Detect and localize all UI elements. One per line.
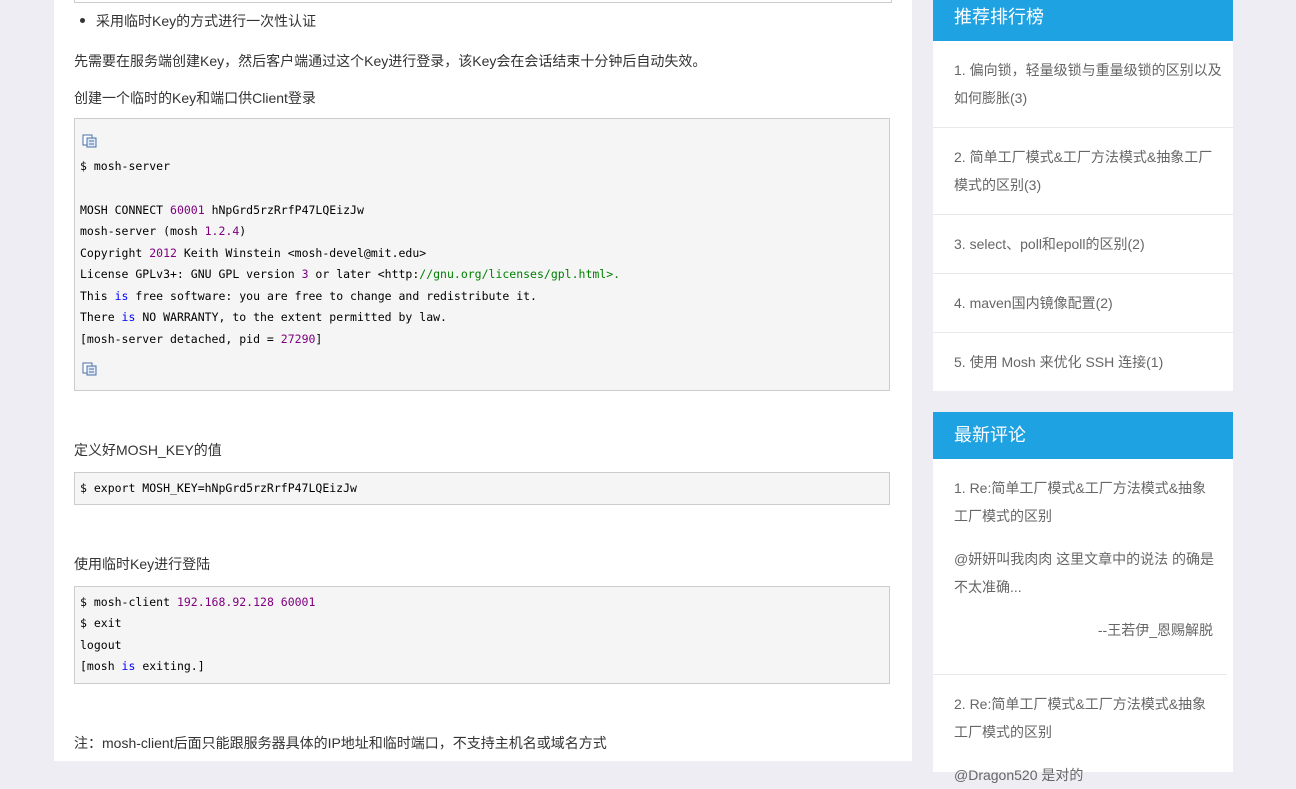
rank-item-text: 模式的区别(3) <box>954 177 1042 193</box>
comment-item: 2. Re:简单工厂模式&工厂方法模式&抽象 工厂模式的区别 @Dragon52… <box>933 675 1233 789</box>
rank-item[interactable]: 2. 简单工厂模式&工厂方法模式&抽象工厂 模式的区别(3) <box>933 128 1233 215</box>
comment-author[interactable]: --王若伊_恩赐解脱 <box>954 616 1217 644</box>
bullet-item: 采用临时Key的方式进行一次性认证 <box>79 13 317 29</box>
panel-title: 最新评论 <box>933 412 1233 459</box>
paragraph: 定义好MOSH_KEY的值 <box>74 442 222 458</box>
rank-item-text: 如何膨胀(3) <box>954 90 1028 106</box>
code-line: MOSH CONNECT 60001 hNpGrd5rzRrfP47LQEizJ… <box>80 203 364 217</box>
comments-panel: 最新评论 1. Re:简单工厂模式&工厂方法模式&抽象 工厂模式的区别 @妍妍叫… <box>933 412 1233 783</box>
rank-item-text: 3. select、poll和epoll的区别(2) <box>954 236 1145 252</box>
copy-code-icon[interactable] <box>82 362 98 376</box>
rank-item[interactable]: 3. select、poll和epoll的区别(2) <box>933 215 1233 274</box>
code-line: logout <box>80 638 122 652</box>
code-line: $ exit <box>80 616 122 630</box>
comment-body: @妍妍叫我肉肉 这里文章中的说法 的确是 <box>954 551 1214 567</box>
code-line: [mosh is exiting.] <box>80 659 205 673</box>
paragraph: 创建一个临时的Key和端口供Client登录 <box>74 90 316 106</box>
rank-item-text: 5. 使用 Mosh 来优化 SSH 连接(1) <box>954 354 1164 370</box>
comment-title[interactable]: 工厂模式的区别 <box>954 718 1223 746</box>
code-block: $ mosh-client 192.168.92.128 60001 $ exi… <box>74 586 890 684</box>
paragraph: 先需要在服务端创建Key，然后客户端通过这个Key进行登录，该Key会在会话结束… <box>74 53 707 69</box>
rank-item[interactable]: 5. 使用 Mosh 来优化 SSH 连接(1) <box>933 333 1233 392</box>
code-block: $ mosh-server MOSH CONNECT 60001 hNpGrd5… <box>74 118 890 391</box>
code-line: $ mosh-server <box>80 159 171 173</box>
rank-item-text: 2. 简单工厂模式&工厂方法模式&抽象工厂 <box>954 149 1213 165</box>
code-block: $ export MOSH_KEY=hNpGrd5rzRrfP47LQEizJw <box>74 472 890 505</box>
copy-code-icon[interactable] <box>82 134 98 148</box>
code-line: There is NO WARRANTY, to the extent perm… <box>80 310 447 324</box>
code-line: $ mosh-client 192.168.92.128 60001 <box>80 595 316 609</box>
comment-title[interactable]: 工厂模式的区别 <box>954 502 1217 530</box>
paragraph: 注：mosh-client后面只能跟服务器具体的IP地址和临时端口，不支持主机名… <box>74 735 607 751</box>
rank-item[interactable]: 4. maven国内镜像配置(2) <box>933 274 1233 333</box>
comment-item: 1. Re:简单工厂模式&工厂方法模式&抽象 工厂模式的区别 @妍妍叫我肉肉 这… <box>933 459 1227 675</box>
rank-item-text: 1. 偏向锁，轻量级锁与重量级锁的区别以及 <box>954 62 1222 78</box>
code-line: mosh-server (mosh 1.2.4) <box>80 224 247 238</box>
code-line: License GPLv3+: GNU GPL version 3 or lat… <box>80 267 621 281</box>
panel-title: 推荐排行榜 <box>933 0 1233 41</box>
paragraph: 使用临时Key进行登陆 <box>74 556 211 572</box>
comment-title[interactable]: 1. Re:简单工厂模式&工厂方法模式&抽象 <box>954 474 1217 502</box>
previous-block-border <box>74 0 892 3</box>
code-line: This is free software: you are free to c… <box>80 289 537 303</box>
comment-body: 不太准确... <box>954 579 1022 595</box>
code-line: Copyright 2012 Keith Winstein <mosh-deve… <box>80 246 427 260</box>
code-line: $ export MOSH_KEY=hNpGrd5rzRrfP47LQEizJw <box>80 481 357 495</box>
article-content: 采用临时Key的方式进行一次性认证 先需要在服务端创建Key，然后客户端通过这个… <box>54 0 912 761</box>
rank-item[interactable]: 1. 偏向锁，轻量级锁与重量级锁的区别以及 如何膨胀(3) <box>933 41 1233 128</box>
code-line: [mosh-server detached, pid = 27290] <box>80 332 323 346</box>
comment-title[interactable]: 2. Re:简单工厂模式&工厂方法模式&抽象 <box>954 690 1223 718</box>
rank-item-text: 4. maven国内镜像配置(2) <box>954 295 1113 311</box>
rank-panel: 推荐排行榜 1. 偏向锁，轻量级锁与重量级锁的区别以及 如何膨胀(3) 2. 简… <box>933 0 1233 391</box>
comment-body: @Dragon520 是对的 <box>954 767 1084 783</box>
